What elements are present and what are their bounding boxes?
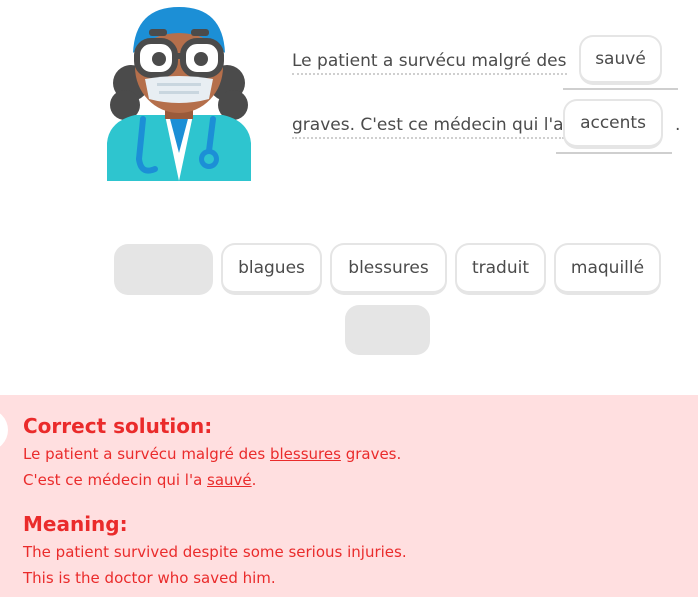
solution-highlight-word: sauvé bbox=[207, 471, 252, 489]
word-bank-chip-traduit[interactable]: traduit bbox=[455, 243, 546, 295]
solution-text: Le patient a survécu malgré des bbox=[23, 445, 270, 463]
solution-text: . bbox=[251, 471, 257, 489]
incorrect-feedback-panel: Correct solution: Le patient a survécu m… bbox=[0, 395, 698, 597]
word-bank-chip-maquille[interactable]: maquillé bbox=[554, 243, 661, 295]
answer-slot-1-label: sauvé bbox=[595, 49, 646, 69]
correct-solution-heading: Correct solution: bbox=[23, 414, 213, 438]
word-bank-label: blagues bbox=[238, 258, 305, 278]
sentence-text-1: Le patient a survécu malgré des bbox=[292, 51, 567, 75]
word-bank-label: traduit bbox=[471, 258, 530, 278]
doctor-character-icon bbox=[105, 3, 253, 185]
correct-solution-line-2: C'est ce médecin qui l'a sauvé. bbox=[23, 471, 256, 489]
sentence-text-2: graves. C'est ce médecin qui l'a bbox=[292, 115, 564, 139]
answer-slot-2-underline bbox=[556, 152, 672, 154]
word-bank-empty-slot-1 bbox=[114, 244, 213, 295]
meaning-heading: Meaning: bbox=[23, 512, 128, 536]
word-bank-label: maquillé bbox=[570, 258, 645, 278]
solution-text: graves. bbox=[340, 445, 402, 463]
answer-slot-1-chip[interactable]: sauvé bbox=[579, 35, 662, 85]
solution-highlight-word: blessures bbox=[269, 445, 341, 463]
sentence-period: . bbox=[675, 115, 681, 135]
word-bank-chip-blagues[interactable]: blagues bbox=[221, 243, 322, 295]
word-bank-empty-slot-2 bbox=[345, 305, 430, 355]
meaning-line-1: The patient survived despite some seriou… bbox=[23, 543, 407, 561]
solution-text: C'est ce médecin qui l'a bbox=[23, 471, 208, 489]
word-bank-label: blessures bbox=[348, 258, 429, 278]
correct-solution-line-1: Le patient a survécu malgré des blessure… bbox=[23, 445, 401, 463]
feedback-panel-notch bbox=[0, 409, 8, 451]
word-bank-chip-blessures[interactable]: blessures bbox=[330, 243, 447, 295]
answer-slot-2-label: accents bbox=[580, 113, 646, 133]
sentence-line-2: graves. C'est ce médecin qui l'a bbox=[292, 114, 564, 139]
answer-slot-1-underline bbox=[563, 88, 678, 90]
sentence-line-1: Le patient a survécu malgré des bbox=[292, 50, 567, 75]
meaning-line-2: This is the doctor who saved him. bbox=[23, 569, 276, 587]
answer-slot-2-chip[interactable]: accents bbox=[563, 99, 663, 149]
